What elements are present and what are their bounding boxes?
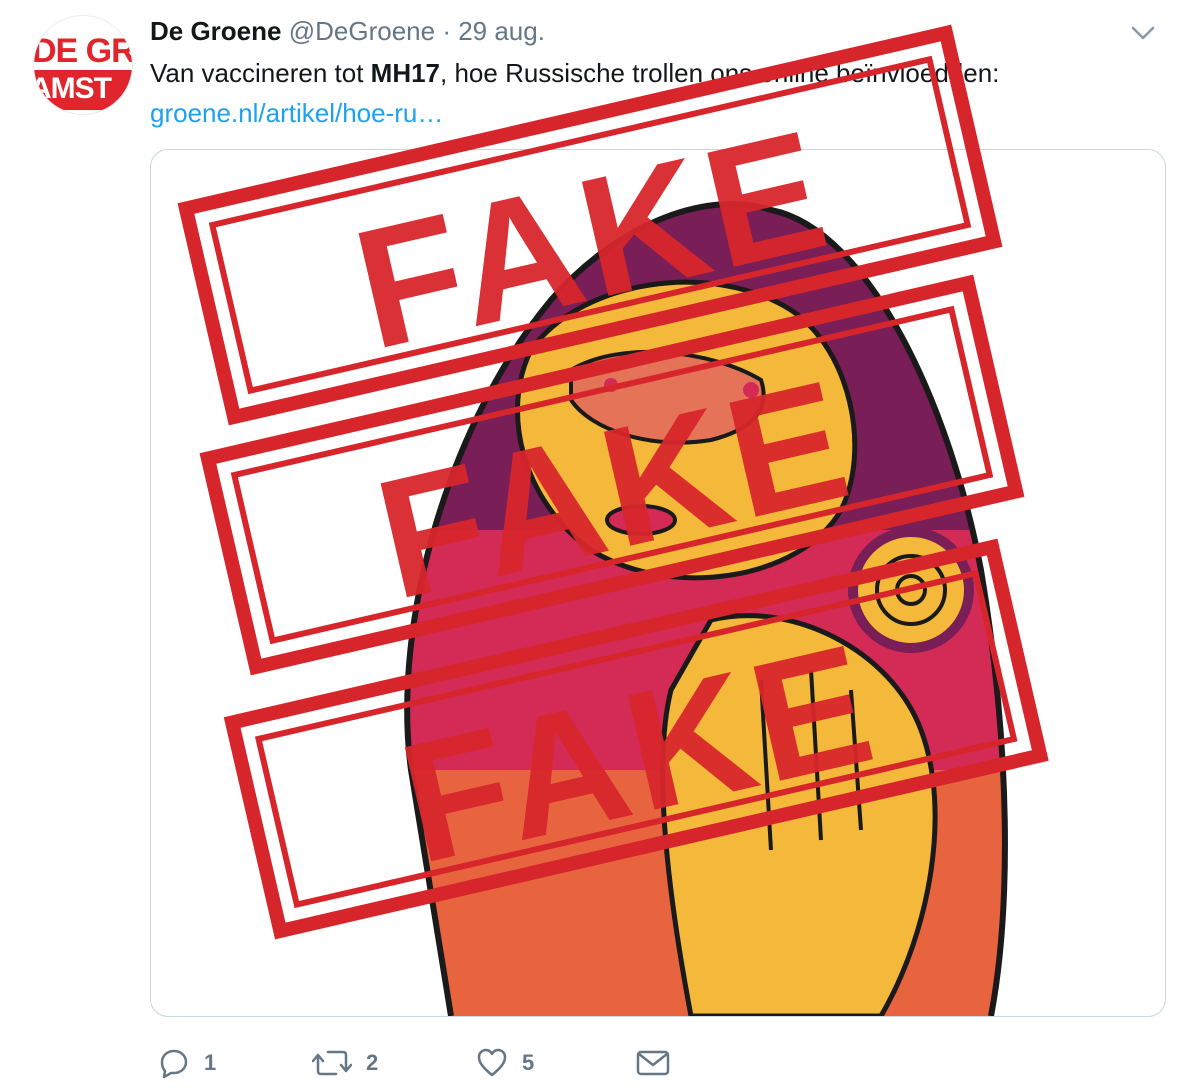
tweet-link[interactable]: groene.nl/artikel/hoe-ru… <box>150 96 443 130</box>
separator: · <box>435 16 459 46</box>
handle[interactable]: @DeGroene <box>289 16 435 46</box>
reply-button[interactable]: 1 <box>158 1044 216 1082</box>
tweet-text: Van vaccineren tot MH17, hoe Russische t… <box>150 56 999 90</box>
svg-text:DE GR: DE GR <box>34 32 132 70</box>
tweet-text-part: , hoe Russische trollen ons online beïnv… <box>440 58 1000 88</box>
tweet-text-bold: MH17 <box>370 58 441 88</box>
like-count: 5 <box>522 1050 535 1075</box>
retweet-icon <box>312 1050 352 1076</box>
illustration-matryoshka <box>404 201 1008 1016</box>
logo-avatar-icon: DE GR AMST <box>34 16 132 114</box>
envelope-icon <box>636 1050 670 1076</box>
chevron-down-icon <box>1131 26 1155 40</box>
retweet-button[interactable]: 2 <box>312 1044 378 1082</box>
reply-icon <box>160 1049 188 1079</box>
retweet-count: 2 <box>366 1050 379 1075</box>
media-image[interactable] <box>150 149 1166 1017</box>
tweet-text-part: Van vaccineren tot <box>150 58 371 88</box>
avatar[interactable]: DE GR AMST <box>33 15 133 115</box>
display-name[interactable]: De Groene <box>150 16 282 46</box>
svg-text:AMST: AMST <box>34 72 112 105</box>
tweet-header: De Groene @DeGroene · 29 aug. <box>150 14 545 48</box>
timestamp[interactable]: 29 aug. <box>458 16 545 46</box>
reply-count: 1 <box>204 1050 217 1075</box>
heart-icon <box>477 1048 507 1077</box>
more-options-button[interactable] <box>1128 22 1158 44</box>
like-button[interactable]: 5 <box>476 1044 534 1082</box>
direct-message-button[interactable] <box>636 1044 670 1082</box>
